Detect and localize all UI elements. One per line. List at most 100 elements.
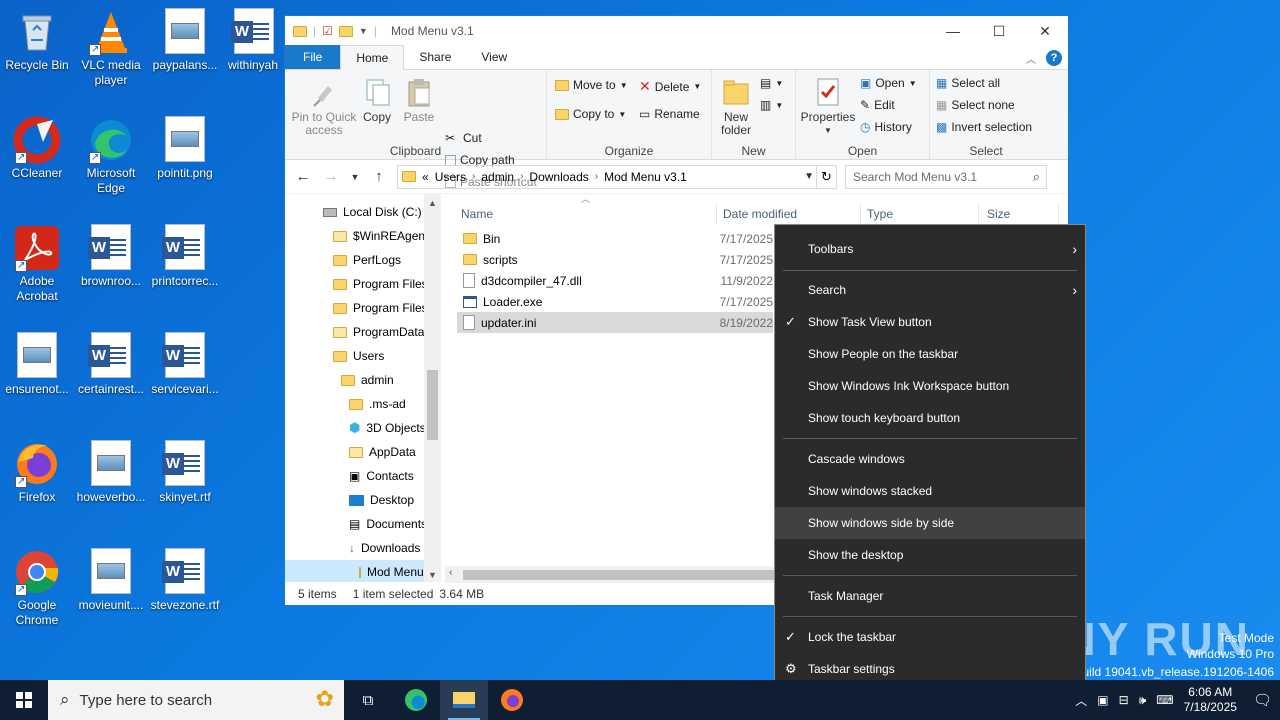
address-bar[interactable]: « Users › admin › Downloads › Mod Menu v… (397, 164, 837, 189)
select-all-button[interactable]: ▦ Select all (936, 76, 1000, 90)
column-header-name[interactable]: Name (457, 202, 717, 226)
breadcrumb-mod-menu[interactable]: Mod Menu v3.1 (604, 170, 687, 184)
back-arrow-icon[interactable]: ← (293, 168, 313, 185)
easy-access-button[interactable]: ▥ ▼ (760, 98, 783, 112)
desktop-icon-ensurenot[interactable]: ensurenot... (0, 332, 74, 397)
properties-quick-icon[interactable]: ☑ (322, 24, 333, 38)
title-bar[interactable]: | ☑ ▼ | Mod Menu v3.1 — ☐ ✕ (285, 16, 1068, 46)
tree-item[interactable]: admin (341, 368, 394, 392)
chevron-right-icon[interactable]: › (520, 171, 523, 182)
maximize-button[interactable]: ☐ (976, 16, 1022, 46)
desktop-icon-skinyet[interactable]: W skinyet.rtf (148, 440, 222, 505)
list-item[interactable]: scripts 7/17/2025 (457, 249, 773, 270)
search-input[interactable]: Search Mod Menu v3.1 ⌕ (845, 164, 1047, 189)
copy-to-button[interactable]: Copy to ▼ (555, 107, 626, 121)
desktop-icon-stevezone[interactable]: W stevezone.rtf (148, 548, 222, 613)
desktop-icon-edge[interactable]: Microsoft Edge (74, 116, 148, 196)
volume-icon[interactable]: 🕪 (1139, 693, 1147, 708)
horizontal-scrollbar[interactable]: ‹ (445, 566, 775, 583)
menu-item-cascade[interactable]: Cascade windows (775, 443, 1085, 475)
paste-button[interactable]: Paste (401, 76, 437, 124)
new-folder-quick-icon[interactable] (338, 25, 353, 37)
menu-item-search[interactable]: Search › (775, 274, 1085, 306)
tree-item[interactable]: ⬢ 3D Objects (349, 416, 426, 440)
column-header-type[interactable]: Type (861, 202, 979, 226)
tree-item[interactable]: ▤ Documents (349, 512, 427, 536)
keyboard-layout-icon[interactable]: ⌨ (1156, 693, 1173, 707)
properties-button[interactable]: Properties ▼ (800, 76, 856, 137)
list-item[interactable]: d3dcompiler_47.dll 11/9/2022 (457, 270, 773, 291)
menu-item-stacked[interactable]: Show windows stacked (775, 475, 1085, 507)
tree-item[interactable]: Desktop (349, 488, 414, 512)
overflow-crumb[interactable]: « (422, 170, 429, 184)
ethernet-icon[interactable]: ⊟ (1119, 693, 1129, 707)
up-arrow-icon[interactable]: ↑ (369, 168, 389, 185)
recent-locations-icon[interactable]: ▼ (349, 172, 361, 182)
menu-item-people[interactable]: Show People on the taskbar (775, 338, 1085, 370)
rename-button[interactable]: ▭ Rename (639, 107, 700, 121)
desktop-icon-movieunit[interactable]: movieunit.... (74, 548, 148, 613)
tree-item[interactable]: ▣ Contacts (349, 464, 414, 488)
desktop-icon-brownroo[interactable]: W brownroo... (74, 224, 148, 289)
menu-item-show-desktop[interactable]: Show the desktop (775, 539, 1085, 571)
tree-item[interactable]: Program Files (333, 296, 428, 320)
show-hidden-icons-icon[interactable]: ︿ (1075, 692, 1087, 709)
taskbar-search-box[interactable]: ⌕ Type here to search ✿ (48, 680, 344, 720)
move-to-button[interactable]: Move to ▼ (555, 78, 628, 92)
menu-item-touch-keyboard[interactable]: Show touch keyboard button (775, 402, 1085, 434)
desktop-icon-adobe-acrobat[interactable]: Adobe Acrobat (0, 224, 74, 304)
open-button[interactable]: ▣ Open ▼ (860, 76, 917, 90)
forward-arrow-icon[interactable]: → (321, 168, 341, 185)
network-icon[interactable]: ▣ (1097, 693, 1108, 707)
chevron-down-icon[interactable]: ▼ (804, 171, 814, 182)
breadcrumb-admin[interactable]: admin (481, 170, 514, 184)
tree-item[interactable]: .ms-ad (349, 392, 406, 416)
new-folder-button[interactable]: New folder (716, 76, 756, 137)
taskbar[interactable]: ⌕ Type here to search ✿ ⧉ ︿ ▣ ⊟ 🕪 ⌨ 6:06… (0, 680, 1280, 720)
menu-item-task-manager[interactable]: Task Manager (775, 580, 1085, 612)
tree-item[interactable]: AppData (349, 440, 416, 464)
new-item-button[interactable]: ▤ ▼ (760, 76, 783, 90)
tab-view[interactable]: View (466, 45, 522, 69)
collapse-ribbon-icon[interactable]: ︿ (1026, 51, 1036, 66)
desktop-icon-ccleaner[interactable]: CCleaner (0, 116, 74, 181)
delete-button[interactable]: ✕ Delete ▼ (639, 78, 701, 95)
help-icon[interactable]: ? (1046, 50, 1062, 66)
menu-item-ink-workspace[interactable]: Show Windows Ink Workspace button (775, 370, 1085, 402)
menu-item-task-view[interactable]: ✓ Show Task View button (775, 306, 1085, 338)
tree-item[interactable]: Users (333, 344, 384, 368)
pin-to-quick-access-button[interactable]: Pin to Quick access (291, 76, 357, 137)
breadcrumb-users[interactable]: Users (435, 170, 466, 184)
scroll-down-icon[interactable]: ▼ (428, 570, 437, 580)
copy-button[interactable]: Copy (359, 76, 395, 124)
taskbar-file-explorer[interactable] (440, 680, 488, 720)
desktop-icon-howeverbo[interactable]: howeverbo... (74, 440, 148, 505)
close-button[interactable]: ✕ (1022, 16, 1068, 46)
tree-item[interactable]: Program Files (333, 272, 428, 296)
menu-item-side-by-side[interactable]: Show windows side by side (775, 507, 1085, 539)
chevron-right-icon[interactable]: › (595, 171, 598, 182)
tree-item[interactable]: ↓ Downloads (349, 536, 420, 560)
taskbar-firefox[interactable] (488, 680, 536, 720)
minimize-button[interactable]: — (930, 16, 976, 46)
tree-scrollbar[interactable]: ▲ ▼ (424, 194, 441, 582)
tab-home[interactable]: Home (340, 45, 405, 70)
notifications-icon[interactable]: 🗨 (1253, 691, 1272, 709)
start-button[interactable] (0, 680, 48, 720)
breadcrumb-downloads[interactable]: Downloads (529, 170, 588, 184)
refresh-icon[interactable]: ↻ (816, 165, 836, 188)
scroll-up-icon[interactable]: ▲ (428, 198, 437, 208)
invert-selection-button[interactable]: ▩ Invert selection (936, 120, 1032, 134)
tree-item-local-disk[interactable]: Local Disk (C:) (323, 200, 422, 224)
desktop-icon-vlc[interactable]: VLC media player (74, 8, 148, 88)
list-item[interactable]: Loader.exe 7/17/2025 (457, 291, 773, 312)
tree-item[interactable]: PerfLogs (333, 248, 401, 272)
desktop-icon-recycle-bin[interactable]: Recycle Bin (0, 8, 74, 73)
select-none-button[interactable]: ▦ Select none (936, 98, 1015, 112)
tree-item-selected[interactable]: Mod Menu v3.1 (285, 560, 441, 582)
task-view-button[interactable]: ⧉ (344, 680, 392, 720)
edit-button[interactable]: ✎ Edit (860, 98, 895, 112)
menu-item-lock-taskbar[interactable]: ✓ Lock the taskbar (775, 621, 1085, 653)
list-item-selected[interactable]: updater.ini 8/19/2022 (457, 312, 773, 333)
column-header-date[interactable]: Date modified (717, 202, 861, 226)
